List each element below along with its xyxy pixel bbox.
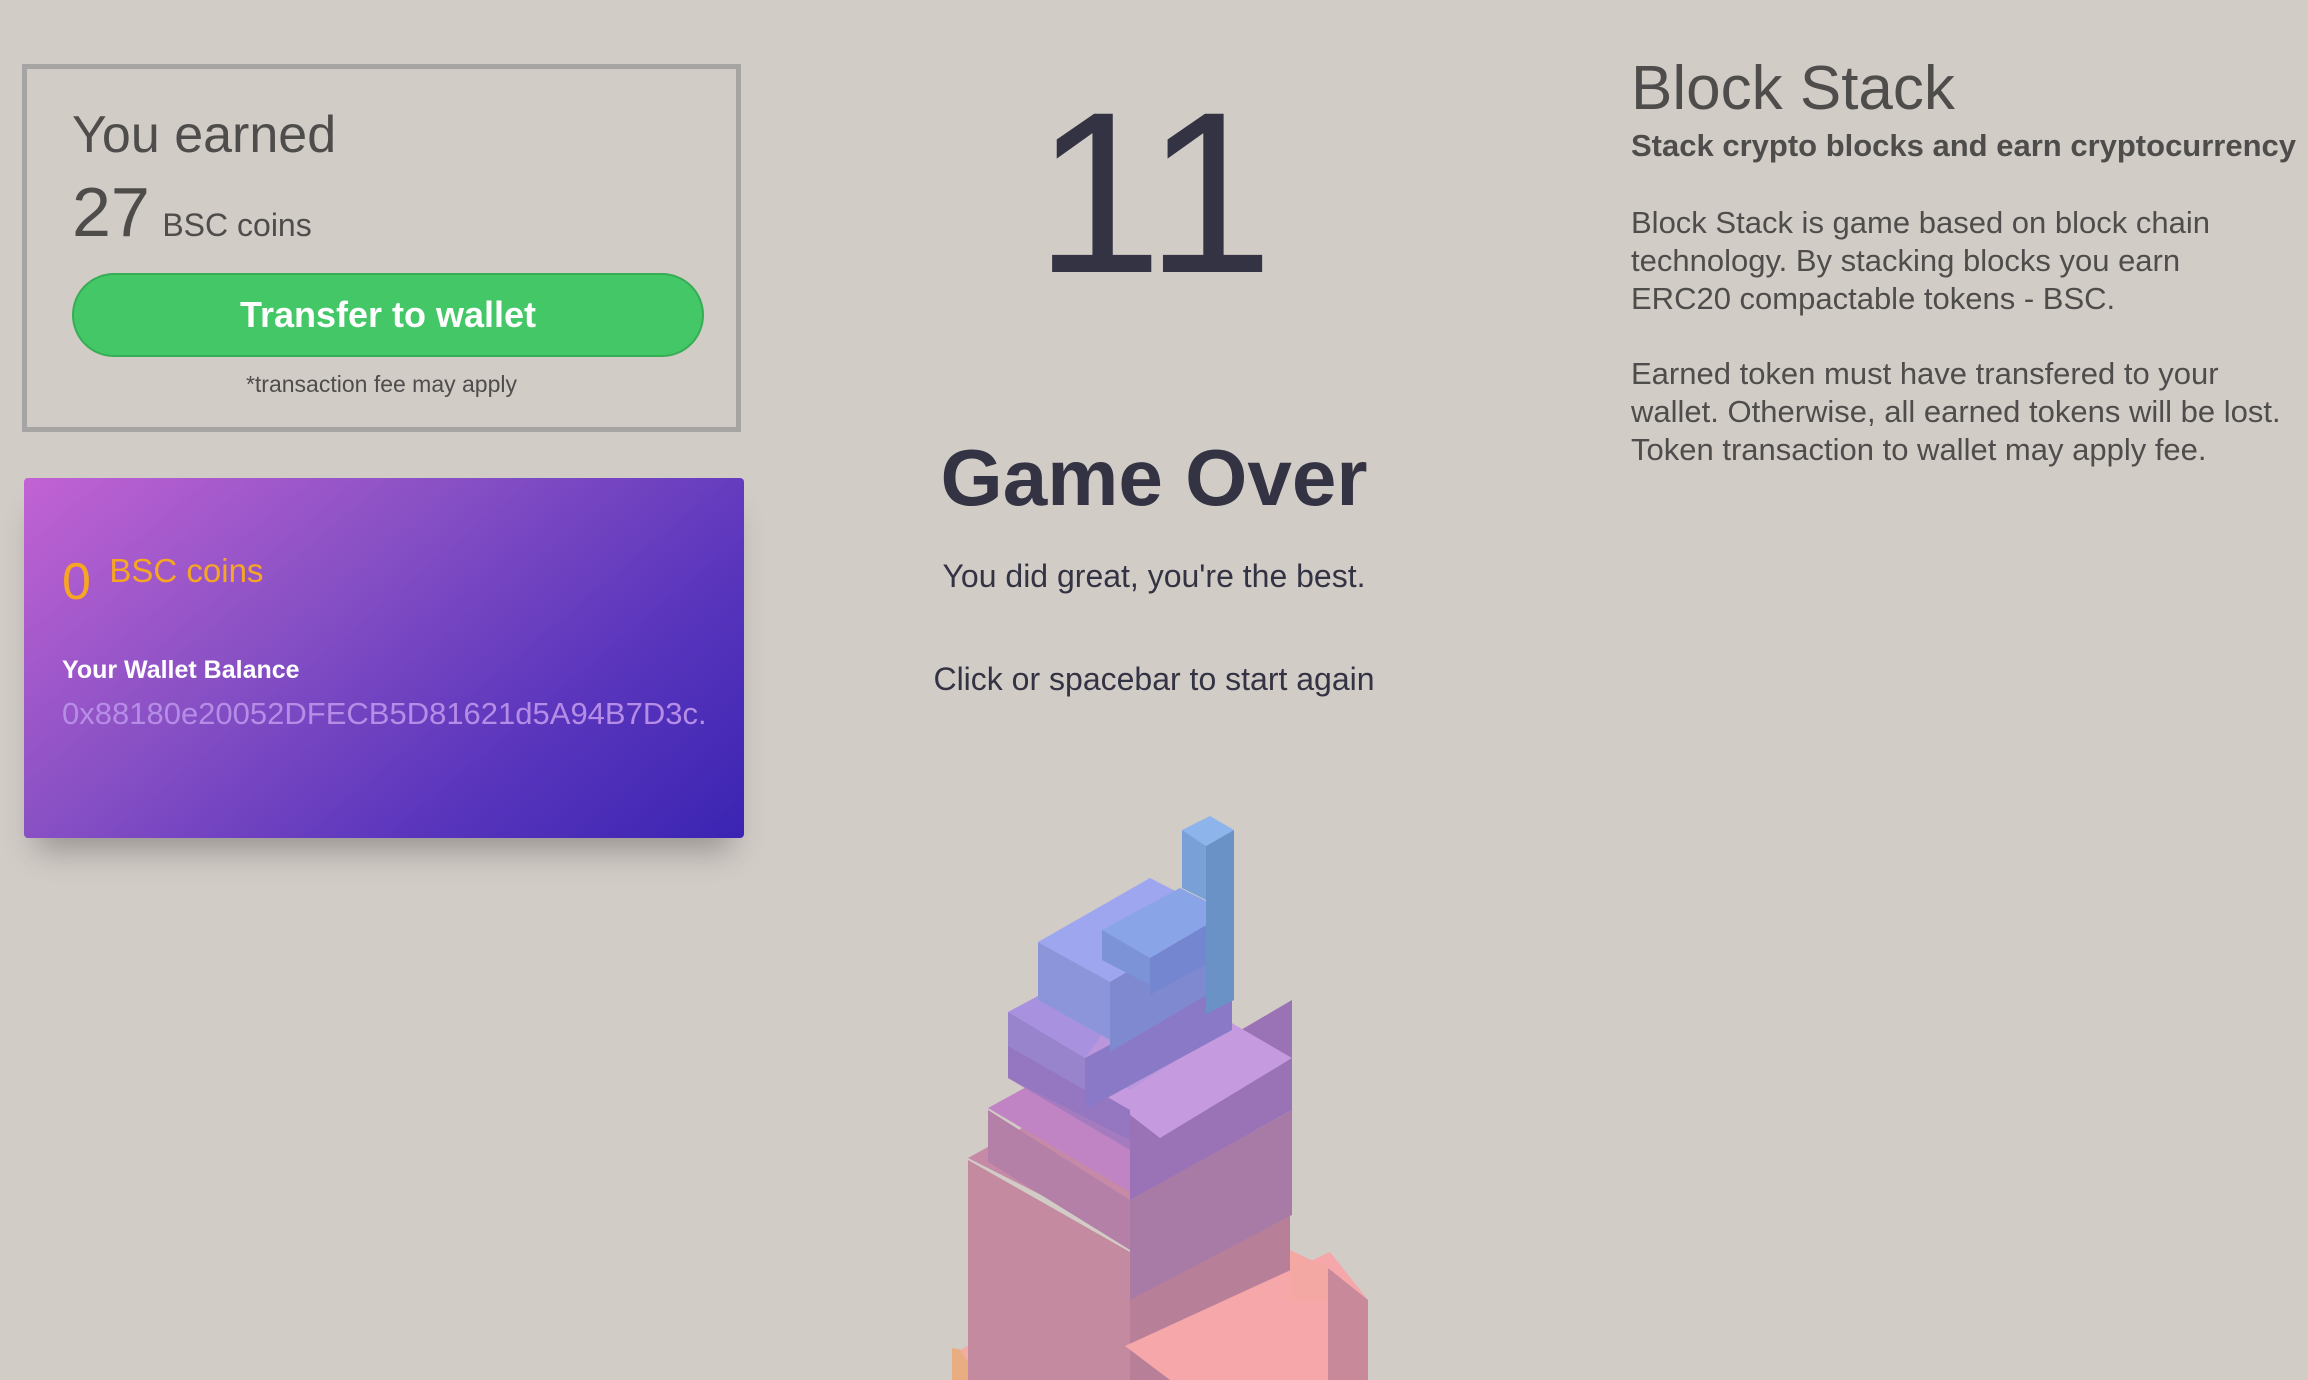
wallet-balance-label: Your Wallet Balance: [62, 656, 300, 684]
wallet-unit: BSC coins: [109, 552, 264, 589]
info-panel: Block Stack Stack crypto blocks and earn…: [1631, 54, 2297, 469]
game-over-heading: Game Over: [940, 433, 1368, 522]
wallet-balance-row: 0 BSC coins: [62, 552, 263, 611]
game-over-message: You did great, you're the best.: [942, 558, 1366, 594]
transfer-to-wallet-button[interactable]: Transfer to wallet: [72, 273, 704, 357]
earned-amount: 27: [72, 173, 150, 251]
info-subtitle: Stack crypto blocks and earn cryptocurre…: [1631, 128, 2297, 163]
info-paragraph: Block Stack is game based on block chain…: [1631, 205, 2210, 316]
wallet-balance: 0: [62, 553, 91, 611]
earned-amount-row: 27 BSC coins: [72, 177, 312, 247]
earned-panel: You earned 27 BSC coins Transfer to wall…: [22, 64, 741, 432]
tower-block: [1328, 1268, 1368, 1380]
block-tower[interactable]: [930, 800, 1390, 1380]
wallet-address: 0x88180e20052DFECB5D81621d5A94B7D3c...: [62, 696, 704, 731]
info-paragraph: Earned token must have transfered to you…: [1631, 356, 2281, 468]
earned-unit: BSC coins: [162, 207, 312, 243]
info-title: Block Stack: [1631, 54, 1955, 123]
restart-hint[interactable]: Click or spacebar to start again: [854, 661, 1454, 698]
score: 11: [1034, 64, 1274, 321]
tower-block: [1206, 830, 1234, 1014]
wallet-card: 0 BSC coins Your Wallet Balance 0x88180e…: [24, 478, 744, 838]
earned-title: You earned: [72, 106, 337, 164]
tower-blocks: [952, 816, 1368, 1380]
fee-note: *transaction fee may apply: [245, 371, 518, 397]
